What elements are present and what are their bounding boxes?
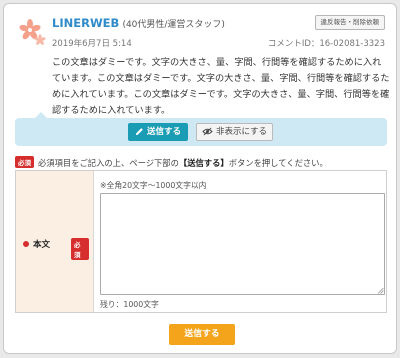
required-note: 必須 必須項目をご記入の上、ページ下部の【送信する】ボタンを押してください。 bbox=[15, 156, 328, 169]
comment-id: コメントID：16-02081-3323 bbox=[267, 39, 385, 49]
body-field-label: 本文 bbox=[23, 238, 50, 250]
hide-button[interactable]: 非表示にする bbox=[196, 123, 273, 141]
remaining-count: 残り：1000文字 bbox=[100, 300, 159, 309]
comment-author: LINERWEB (40代男性/運営スタッフ) bbox=[52, 16, 225, 30]
eye-slash-icon bbox=[202, 127, 213, 136]
note-before: 必須項目をご記入の上、ページ下部の bbox=[38, 158, 179, 168]
author-meta: (40代男性/運営スタッフ) bbox=[122, 20, 225, 30]
comment-textarea[interactable] bbox=[100, 193, 385, 295]
field-required-badge: 必須 bbox=[71, 238, 89, 260]
field-hint: ※全角20文字〜1000文字以内 bbox=[100, 181, 207, 190]
body-field-label-cell: 本文 必須 bbox=[16, 171, 94, 312]
report-button[interactable]: 違反報告・削除依頼 bbox=[314, 15, 385, 30]
body-field-cell: ※全角20文字〜1000文字以内 残り：1000文字 bbox=[94, 171, 386, 312]
reply-send-label: 送信する bbox=[146, 127, 181, 137]
comment-form: 本文 必須 ※全角20文字〜1000文字以内 残り：1000文字 bbox=[15, 170, 387, 313]
reply-send-button[interactable]: 送信する bbox=[128, 123, 188, 141]
body-field-label-text: 本文 bbox=[33, 240, 51, 250]
required-dot-icon bbox=[23, 241, 29, 247]
hide-label: 非表示にする bbox=[215, 127, 268, 137]
submit-button[interactable]: 送信する bbox=[169, 324, 235, 345]
required-badge: 必須 bbox=[15, 156, 34, 168]
pencil-icon bbox=[135, 128, 143, 136]
comment-body: この文章はダミーです。文字の大きさ、量、字間、行間等を確認するために入れています… bbox=[52, 57, 390, 116]
author-name[interactable]: LINERWEB bbox=[52, 16, 119, 30]
reply-action-bar: 送信する 非表示にする bbox=[15, 112, 387, 146]
comment-date: 2019年6月7日 5:14 bbox=[52, 39, 132, 49]
flower-icon bbox=[19, 19, 46, 45]
note-after: ボタンを押してください。 bbox=[228, 158, 328, 168]
resize-grip-icon[interactable] bbox=[377, 287, 384, 294]
note-bold: 【送信する】 bbox=[178, 158, 229, 168]
comment-card: LINERWEB (40代男性/運営スタッフ) 違反報告・削除依頼 2019年6… bbox=[3, 3, 397, 354]
